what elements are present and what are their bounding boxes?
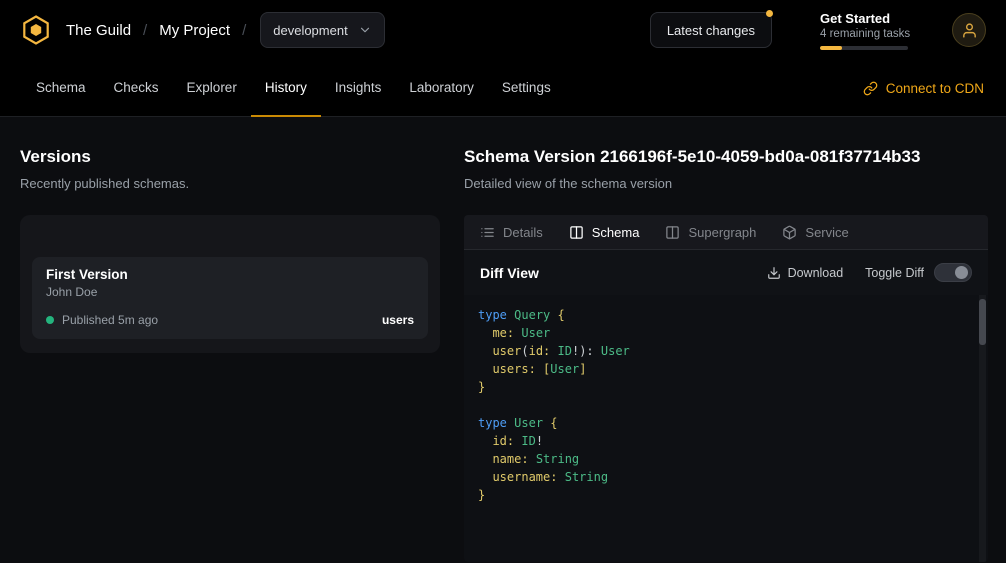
toggle-diff-switch[interactable] (934, 263, 972, 282)
detail-tab-supergraph[interactable]: Supergraph (665, 225, 756, 240)
tab-explorer[interactable]: Explorer (173, 60, 251, 117)
download-label: Download (788, 266, 844, 280)
breadcrumb-org[interactable]: The Guild (66, 22, 131, 39)
latest-changes-button[interactable]: Latest changes (650, 12, 772, 48)
breadcrumb: The Guild / My Project / (66, 22, 258, 39)
scrollbar-thumb[interactable] (979, 299, 986, 345)
tab-history[interactable]: History (251, 60, 321, 117)
tab-laboratory[interactable]: Laboratory (395, 60, 488, 117)
version-name: First Version (46, 267, 414, 282)
diff-view-actions: Download Toggle Diff (767, 263, 972, 282)
version-status-row: Published 5m ago users (46, 313, 414, 327)
detail-tab-label: Schema (592, 225, 640, 240)
link-icon (863, 81, 878, 96)
code-viewer[interactable]: type Query { me: User user(id: ID!): Use… (464, 295, 988, 562)
detail-tab-label: Service (805, 225, 848, 240)
versions-list: First Version John Doe Published 5m ago … (20, 215, 440, 353)
detail-tab-label: Details (503, 225, 543, 240)
get-started-widget[interactable]: Get Started 4 remaining tasks (820, 11, 910, 50)
hive-logo-icon (20, 14, 52, 46)
get-started-title: Get Started (820, 11, 910, 26)
environment-select-value: development (273, 23, 347, 38)
detail-tab-service[interactable]: Service (782, 225, 848, 240)
toggle-diff-label: Toggle Diff (865, 266, 924, 280)
chevron-down-icon (358, 23, 372, 37)
toggle-knob (955, 266, 968, 279)
columns-icon (665, 225, 680, 240)
code-block: type Query { me: User user(id: ID!): Use… (478, 306, 970, 504)
version-detail-title: Schema Version 2166196f-5e10-4059-bd0a-0… (464, 147, 988, 167)
toggle-diff-control: Toggle Diff (865, 263, 972, 282)
versions-subtitle: Recently published schemas. (20, 176, 440, 191)
version-list-item[interactable]: First Version John Doe Published 5m ago … (32, 257, 428, 339)
progress-fill (820, 46, 842, 50)
user-icon (961, 22, 978, 39)
version-detail-panel: Schema Version 2166196f-5e10-4059-bd0a-0… (464, 147, 988, 563)
diff-view-header: Diff View Download Toggle Diff (464, 250, 988, 295)
get-started-progress-bar (820, 46, 908, 50)
connect-to-cdn-link[interactable]: Connect to CDN (863, 60, 984, 116)
diff-view-title: Diff View (480, 265, 539, 281)
tab-insights[interactable]: Insights (321, 60, 396, 117)
versions-panel: Versions Recently published schemas. Fir… (20, 147, 440, 563)
columns-icon (569, 225, 584, 240)
download-button[interactable]: Download (767, 266, 844, 280)
user-avatar[interactable] (952, 13, 986, 47)
detail-tab-details[interactable]: Details (480, 225, 543, 240)
page-content: Versions Recently published schemas. Fir… (0, 117, 1006, 563)
versions-title: Versions (20, 147, 440, 167)
tab-schema[interactable]: Schema (22, 60, 100, 117)
hive-logo[interactable] (20, 14, 52, 46)
version-detail-card: Details Schema Supergraph (464, 215, 988, 562)
detail-tab-schema[interactable]: Schema (569, 225, 640, 240)
breadcrumb-separator: / (143, 22, 147, 39)
version-status: Published 5m ago (62, 313, 158, 327)
version-detail-subtitle: Detailed view of the schema version (464, 176, 988, 191)
breadcrumb-separator: / (242, 22, 246, 39)
main-nav: Schema Checks Explorer History Insights … (0, 60, 1006, 117)
breadcrumb-project[interactable]: My Project (159, 22, 230, 39)
notification-dot (766, 10, 773, 17)
version-service-badge: users (382, 313, 414, 327)
latest-changes-label: Latest changes (667, 23, 755, 38)
list-icon (480, 225, 495, 240)
detail-tab-bar: Details Schema Supergraph (464, 215, 988, 250)
published-dot (46, 316, 54, 324)
top-bar: The Guild / My Project / development Lat… (0, 0, 1006, 60)
tab-settings[interactable]: Settings (488, 60, 565, 117)
connect-to-cdn-label: Connect to CDN (886, 81, 984, 96)
version-author: John Doe (46, 285, 414, 299)
detail-tab-label: Supergraph (688, 225, 756, 240)
get-started-subtitle: 4 remaining tasks (820, 28, 910, 40)
box-icon (782, 225, 797, 240)
tab-checks[interactable]: Checks (100, 60, 173, 117)
download-icon (767, 266, 781, 280)
environment-select[interactable]: development (260, 12, 384, 48)
